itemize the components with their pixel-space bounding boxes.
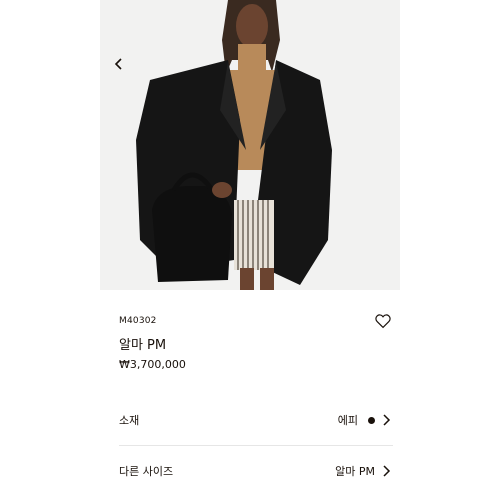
chevron-right-icon: [383, 414, 393, 426]
chevron-left-icon: [114, 58, 122, 70]
material-value: 에피: [337, 414, 358, 427]
material-row[interactable]: 소재 에피: [119, 398, 393, 442]
material-value-group: 에피: [338, 412, 393, 428]
product-price: ₩3,700,000: [119, 358, 186, 371]
other-sizes-value-group: 알마 PM: [335, 463, 393, 479]
material-color-swatch: [368, 416, 375, 424]
row-divider: [119, 445, 393, 446]
wishlist-button[interactable]: [374, 312, 392, 330]
other-sizes-row[interactable]: 다른 사이즈 알마 PM: [119, 449, 393, 493]
product-image[interactable]: [100, 0, 400, 290]
material-label: 소재: [119, 414, 140, 427]
heart-outline-icon: [375, 314, 391, 329]
back-button[interactable]: [114, 58, 130, 76]
other-sizes-value: 알마 PM: [335, 465, 375, 478]
product-title: 알마 PM: [119, 338, 167, 353]
other-sizes-label: 다른 사이즈: [119, 465, 174, 478]
product-sku: M40302: [119, 316, 157, 326]
model-illustration: [100, 0, 400, 290]
chevron-right-icon: [383, 465, 393, 477]
